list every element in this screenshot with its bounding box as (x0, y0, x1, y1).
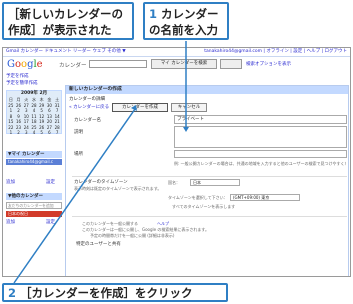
callout-new-calendar-shown: ［新しいカレンダーの作成］が表示された (2, 2, 134, 40)
back-to-calendar-link[interactable]: « カレンダーに戻る (69, 104, 109, 110)
my-calendars-header[interactable]: ▼マイ カレンダー (6, 151, 62, 158)
location-input[interactable] (174, 150, 347, 158)
my-calendar-item[interactable]: tanakahiro44@gmail.c (6, 159, 62, 165)
calendar-name-input[interactable]: プライベート (174, 115, 347, 124)
holiday-calendar-item[interactable]: 日本の祝日 (6, 211, 62, 217)
step2-number: 2 (8, 286, 17, 300)
quick-add-link[interactable]: 予定を簡単作成 (6, 81, 38, 87)
share-specific-users-heading: 特定のユーザーと共有 (76, 242, 121, 247)
details-heading: カレンダーの詳細 (69, 97, 105, 102)
timezone-select[interactable]: (GMT+09:00) 東京 (230, 194, 300, 201)
my-add-link[interactable]: 追加 (6, 180, 15, 186)
timezone-label: カレンダーのタイムゾーン (74, 180, 128, 185)
day-cell[interactable]: 5 (38, 130, 46, 136)
description-textarea[interactable] (174, 126, 347, 148)
top-nav-bar: Gmail カレンダー ドキュメント リーダー ウェブ その他 ▼ tanaka… (3, 48, 350, 56)
logo-subtitle: カレンダー (59, 63, 87, 69)
search-my-calendars-button[interactable]: マイ カレンダーを検索 (151, 59, 217, 69)
cancel-button[interactable]: キャンセル (171, 103, 207, 112)
day-cell[interactable]: 6 (46, 130, 54, 136)
product-links[interactable]: Gmail カレンダー ドキュメント リーダー ウェブ その他 ▼ (6, 49, 126, 55)
step1-text: カレンダーの名前を入力 (149, 7, 219, 37)
location-hint: 例: 一般公開カレンダーの場合は、共通の地域を入力すると他のユーザーの検索で見つ… (174, 161, 346, 166)
timezone-note: 表示時刻は既定のタイムゾーンで表示されます。 (74, 186, 162, 191)
day-cell[interactable]: 17 (22, 119, 30, 125)
name-label: カレンダー名 (74, 118, 101, 123)
mini-calendar-grid: 日 月 火 水 木 金 土 25 26 27 28 29 30 31 1 2 3 4 5 6 7 8 9 10 1… (7, 97, 61, 136)
callout-step2: 2 ［カレンダーを作成］をクリック (2, 283, 228, 302)
day-cell[interactable]: 18 (30, 119, 38, 125)
other-add-link[interactable]: 追加 (6, 220, 15, 226)
show-all-timezones-checkbox[interactable]: すべてのタイムゾーンを表示します (172, 204, 235, 210)
create-event-link[interactable]: 予定を作成 (6, 74, 29, 80)
timezone-section: カレンダーのタイムゾーン 表示時刻は既定のタイムゾーンで表示されます。 国名： … (72, 176, 347, 214)
step2-text: ［カレンダーを作成］をクリック (20, 286, 193, 300)
day-cell[interactable]: 3 (22, 130, 30, 136)
country-select[interactable]: 日本 (190, 179, 240, 186)
day-cell[interactable]: 21 (53, 119, 61, 125)
top-divider (3, 56, 350, 57)
search-options-link[interactable]: 検索オプションを表示 (246, 61, 291, 67)
timezone-select-label: タイムゾーンを選択して下さい： (168, 195, 228, 200)
day-cell[interactable]: 4 (30, 130, 38, 136)
country-label: 国名： (168, 180, 180, 185)
day-cell[interactable]: 2 (15, 130, 23, 136)
search-input[interactable] (89, 60, 147, 68)
account-links[interactable]: tanakahiro44@gmail.com | オフライン | 設定 | ヘル… (204, 49, 347, 55)
callout-step1: 1 カレンダーの名前を入力 (143, 2, 229, 40)
other-settings-link[interactable]: 設定 (46, 220, 55, 226)
step1-number: 1 (149, 7, 158, 21)
day-cell[interactable]: 7 (53, 130, 61, 136)
my-settings-link[interactable]: 設定 (46, 180, 55, 186)
mini-calendar: 2009年 2月 日 月 火 水 木 金 土 25 26 27 28 29 30 31 1 2 3… (6, 90, 62, 136)
location-label: 場所 (74, 152, 83, 157)
calendar-screenshot: Gmail カレンダー ドキュメント リーダー ウェブ その他 ▼ tanaka… (2, 47, 351, 277)
google-logo[interactable]: Google (7, 59, 43, 71)
add-friend-calendar-input[interactable]: 友だちのカレンダーを追加 (6, 202, 62, 209)
sharing-section: このカレンダーを一般公開する ヘルプ このカレンダーは一般に公開し、Google… (72, 216, 347, 239)
create-calendar-panel: 新しいカレンダーの作成 カレンダーの詳細 « カレンダーに戻る カレンダーを作成… (65, 85, 349, 276)
week-row: 1234567 (7, 130, 61, 136)
create-calendar-button[interactable]: カレンダーを作成 (112, 103, 168, 112)
search-public-button[interactable] (220, 59, 242, 69)
description-label: 説明 (74, 130, 83, 135)
other-calendars-header[interactable]: ▼他のカレンダー (6, 193, 62, 200)
busy-only-checkbox[interactable]: 予定の時間帯だけを一般に公開 (詳細は非表示) (90, 233, 174, 239)
callout-new-calendar-text: ［新しいカレンダーの作成］が表示された (8, 7, 123, 37)
day-cell[interactable]: 1 (7, 130, 15, 136)
sidebar: 予定を作成 予定を簡単作成 2009年 2月 日 月 火 水 木 金 土 25 2… (6, 74, 62, 274)
panel-title: 新しいカレンダーの作成 (66, 86, 348, 94)
